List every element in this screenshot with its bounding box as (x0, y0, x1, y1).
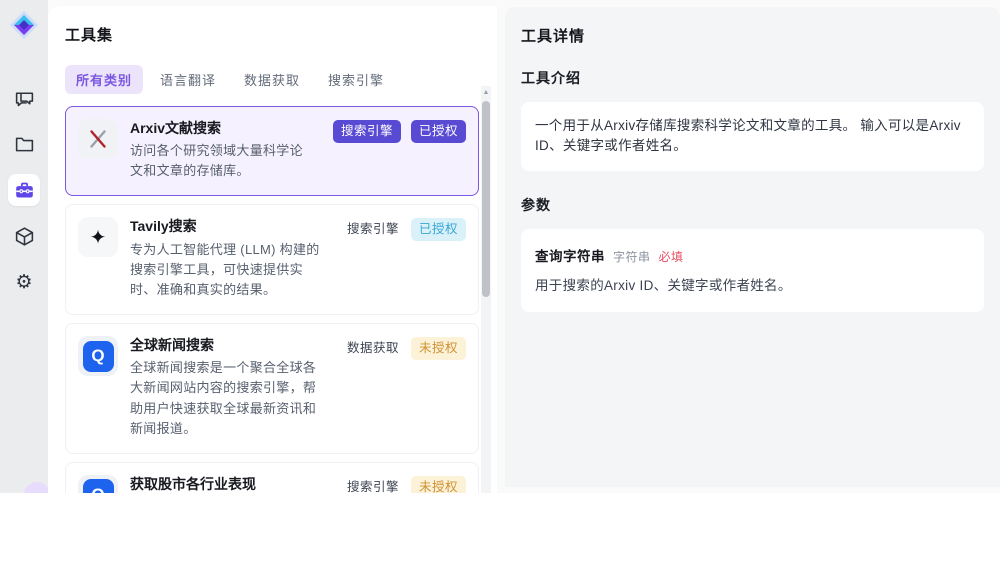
auth-status-badge: 未授权 (410, 337, 466, 360)
parameter-item: 查询字符串 字符串 必填 用于搜索的Arxiv ID、关键字或作者姓名。 (521, 228, 984, 312)
parameter-head: 查询字符串 字符串 必填 (535, 245, 970, 265)
list-scrollbar[interactable]: ▲ (481, 86, 491, 493)
tool-list-panel: 工具集 所有类别 语言翻译 数据获取 搜索引擎 Arxiv文献搜索 访问各个研究领域大… (48, 6, 497, 493)
tool-list: Arxiv文献搜索 访问各个研究领域大量科学论文和文章的存储库。 搜索引擎 已授… (65, 106, 479, 493)
tool-name: 全球新闻搜索 (130, 337, 214, 354)
category-tabs: 所有类别 语言翻译 数据获取 搜索引擎 (65, 65, 497, 94)
floating-help-button[interactable] (24, 482, 50, 493)
category-tab[interactable]: 所有类别 (65, 65, 144, 94)
intro-text: 一个用于从Arxiv存储库搜索科学论文和文章的工具。 输入可以是Arxiv ID… (521, 102, 984, 171)
sidebar-item-plugins[interactable] (8, 220, 40, 252)
tool-card-body: 获取股市各行业表现 提供股票市场各个行业在特定时间段内的表现。投资者可以利用这些… (130, 475, 333, 493)
tool-badges: 搜索引擎 已授权 (345, 217, 466, 300)
q-search-icon: Q (78, 336, 118, 377)
cube-icon (15, 226, 33, 246)
category-tab[interactable]: 数据获取 (233, 65, 311, 94)
parameter-name: 查询字符串 (535, 248, 605, 264)
parameter-type: 字符串 (613, 249, 651, 264)
chat-icon (15, 91, 33, 106)
tool-card-body: Arxiv文献搜索 访问各个研究领域大量科学论文和文章的存储库。 (130, 119, 321, 181)
sidebar-item-settings[interactable]: ⚙ (8, 266, 40, 298)
auth-status-badge: 已授权 (410, 218, 466, 241)
tool-card-body: Tavily搜索 专为人工智能代理 (LLM) 构建的搜索引擎工具，可快速提供实… (130, 217, 333, 300)
tool-detail-panel: 工具详情 工具介绍 一个用于从Arxiv存储库搜索科学论文和文章的工具。 输入可… (505, 7, 1000, 487)
tool-card[interactable]: Q 全球新闻搜索 全球新闻搜索是一个聚合全球各大新闻网站内容的搜索引擎，帮助用户… (65, 323, 479, 454)
category-badge: 搜索引擎 (332, 120, 401, 143)
sidebar-nav: ⚙ (8, 82, 40, 298)
tool-card-body: 全球新闻搜索 全球新闻搜索是一个聚合全球各大新闻网站内容的搜索引擎，帮助用户快速… (130, 336, 333, 439)
intro-heading: 工具介绍 (521, 70, 581, 86)
app-window: ⚙ 工具集 所有类别 语言翻译 数据获取 搜索引擎 Arxiv文献搜索 访问各个研究领… (0, 0, 1000, 493)
arxiv-logo-icon (78, 119, 118, 159)
auth-status-badge: 未授权 (410, 475, 466, 493)
tool-name: 获取股市各行业表现 (130, 475, 256, 492)
sidebar-item-chat[interactable] (8, 82, 40, 114)
q-search-icon: Q (78, 474, 118, 493)
params-heading: 参数 (521, 196, 551, 213)
tool-description: 全球新闻搜索是一个聚合全球各大新闻网站内容的搜索引擎，帮助用户快速获取全球最新资… (130, 360, 317, 436)
category-badge: 数据获取 (346, 341, 399, 356)
parameter-description: 用于搜索的Arxiv ID、关键字或作者姓名。 (535, 277, 792, 293)
tool-description: 专为人工智能代理 (LLM) 构建的搜索引擎工具，可快速提供实时、准确和真实的结… (130, 241, 320, 297)
sidebar: ⚙ (0, 0, 50, 493)
sidebar-item-files[interactable] (8, 128, 40, 160)
tool-badges: 数据获取 未授权 (345, 336, 466, 439)
sidebar-item-toolbox[interactable] (8, 174, 40, 206)
page-title: 工具集 (65, 27, 114, 44)
toolbox-icon (15, 182, 33, 197)
tool-card[interactable]: Q 获取股市各行业表现 提供股票市场各个行业在特定时间段内的表现。投资者可以利用… (65, 461, 479, 493)
category-tab[interactable]: 语言翻译 (149, 65, 227, 94)
app-logo-icon (10, 11, 38, 39)
tool-name: Arxiv文献搜索 (130, 120, 222, 136)
tool-badges: 搜索引擎 未授权 (345, 475, 466, 493)
scroll-up-arrow-icon[interactable]: ▲ (481, 86, 491, 99)
tavily-star-icon: ✦ (78, 217, 118, 258)
tool-card[interactable]: ✦ Tavily搜索 专为人工智能代理 (LLM) 构建的搜索引擎工具，可快速提… (65, 204, 479, 316)
scrollbar-thumb[interactable] (482, 101, 490, 297)
required-badge: 必填 (658, 249, 684, 264)
folder-icon (15, 137, 33, 151)
gear-icon: ⚙ (15, 271, 33, 293)
category-badge: 搜索引擎 (346, 222, 399, 237)
tool-card[interactable]: Arxiv文献搜索 访问各个研究领域大量科学论文和文章的存储库。 搜索引擎 已授… (65, 106, 479, 197)
detail-title: 工具详情 (521, 28, 586, 45)
tool-badges: 搜索引擎 已授权 (332, 119, 466, 181)
category-tab[interactable]: 搜索引擎 (317, 65, 395, 94)
tool-name: Tavily搜索 (130, 218, 197, 235)
auth-status-badge: 已授权 (410, 120, 466, 143)
category-badge: 搜索引擎 (346, 479, 399, 493)
tool-description: 访问各个研究领域大量科学论文和文章的存储库。 (130, 143, 303, 179)
